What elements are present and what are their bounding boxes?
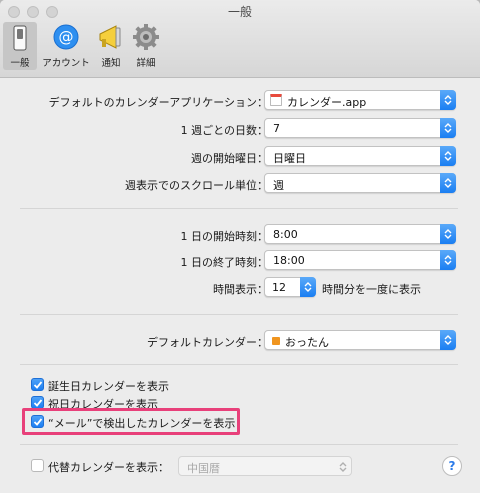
gear-icon (133, 24, 159, 50)
megaphone-icon (99, 25, 121, 49)
switch-icon (13, 25, 27, 51)
default-app-label: デフォルトのカレンダーアプリケーション： (48, 96, 268, 109)
chevron-updown-icon (440, 250, 456, 270)
show-birthdays-label: 誕生日カレンダーを表示 (48, 380, 169, 393)
day-start-value: 8:00 (273, 228, 298, 241)
chevron-updown-icon (440, 146, 456, 166)
preferences-window: 一般 一般 @ アカウント 通知 詳細 デフォルトのカレンダーアプリケーション：… (0, 0, 480, 493)
hours-suffix: 時間分を一度に表示 (322, 283, 421, 296)
tab-advanced[interactable]: 詳細 (130, 22, 162, 70)
hours-value: 12 (272, 281, 286, 294)
tab-general-label: 一般 (10, 58, 30, 69)
scroll-unit-value: 週 (273, 179, 284, 192)
days-per-week-label: 1 週ごとの日数： (180, 124, 268, 137)
window-title: 一般 (227, 5, 252, 19)
highlight-box (22, 408, 240, 435)
hours-popup[interactable]: 12 (264, 277, 316, 297)
calendar-color-swatch (272, 337, 280, 345)
alt-calendar-value: 中国暦 (187, 462, 220, 475)
titlebar: 一般 一般 @ アカウント 通知 詳細 (0, 0, 480, 78)
chevron-updown-icon (300, 277, 316, 297)
default-calendar-label: デフォルトカレンダー： (147, 336, 268, 349)
tab-advanced-label: 詳細 (136, 58, 156, 69)
general-pane: デフォルトのカレンダーアプリケーション： カレンダー.app 1 週ごとの日数：… (0, 78, 480, 493)
hours-label: 時間表示： (213, 283, 268, 296)
tab-account[interactable]: @ アカウント (42, 22, 90, 70)
at-sign-icon: @ (53, 24, 79, 50)
tab-notifications[interactable]: 通知 (94, 22, 128, 70)
alt-calendar-popup[interactable]: 中国暦 (178, 456, 352, 476)
chevron-updown-icon (440, 90, 456, 110)
divider (20, 314, 458, 315)
scroll-unit-label: 週表示でのスクロール単位： (125, 179, 268, 192)
week-start-label: 週の開始曜日： (191, 152, 268, 165)
day-start-label: 1 日の開始時刻： (180, 230, 269, 243)
day-end-value: 18:00 (273, 254, 305, 267)
default-app-value: カレンダー.app (287, 96, 367, 109)
checkmark-icon (33, 399, 43, 407)
chevron-updown-icon (440, 330, 456, 350)
day-start-popup[interactable]: 8:00 (264, 224, 456, 244)
divider (20, 444, 458, 445)
checkmark-icon (33, 381, 43, 389)
scroll-unit-popup[interactable]: 週 (264, 173, 456, 193)
show-birthdays-checkbox[interactable] (31, 378, 44, 391)
week-start-value: 日曜日 (273, 152, 306, 165)
days-per-week-popup[interactable]: 7 (264, 118, 456, 138)
alt-calendar-label: 代替カレンダーを表示： (48, 461, 169, 474)
divider (20, 364, 458, 365)
calendar-app-icon (270, 94, 282, 106)
days-per-week-value: 7 (273, 122, 280, 135)
chevron-updown-icon (339, 462, 347, 472)
alt-calendar-checkbox[interactable] (31, 459, 44, 472)
tab-notifications-label: 通知 (101, 58, 121, 69)
chevron-updown-icon (440, 118, 456, 138)
chevron-updown-icon (440, 173, 456, 193)
day-end-label: 1 日の終了時刻： (180, 256, 269, 269)
day-end-popup[interactable]: 18:00 (264, 250, 456, 270)
svg-text:@: @ (59, 28, 74, 46)
default-app-popup[interactable]: カレンダー.app (264, 90, 456, 110)
divider (20, 208, 458, 209)
help-button[interactable]: ? (442, 456, 462, 476)
chevron-updown-icon (440, 224, 456, 244)
default-calendar-popup[interactable]: おったん (264, 330, 456, 350)
week-start-popup[interactable]: 日曜日 (264, 146, 456, 166)
default-calendar-value: おったん (285, 336, 329, 349)
tab-general[interactable]: 一般 (3, 22, 37, 70)
tab-account-label: アカウント (42, 58, 90, 69)
